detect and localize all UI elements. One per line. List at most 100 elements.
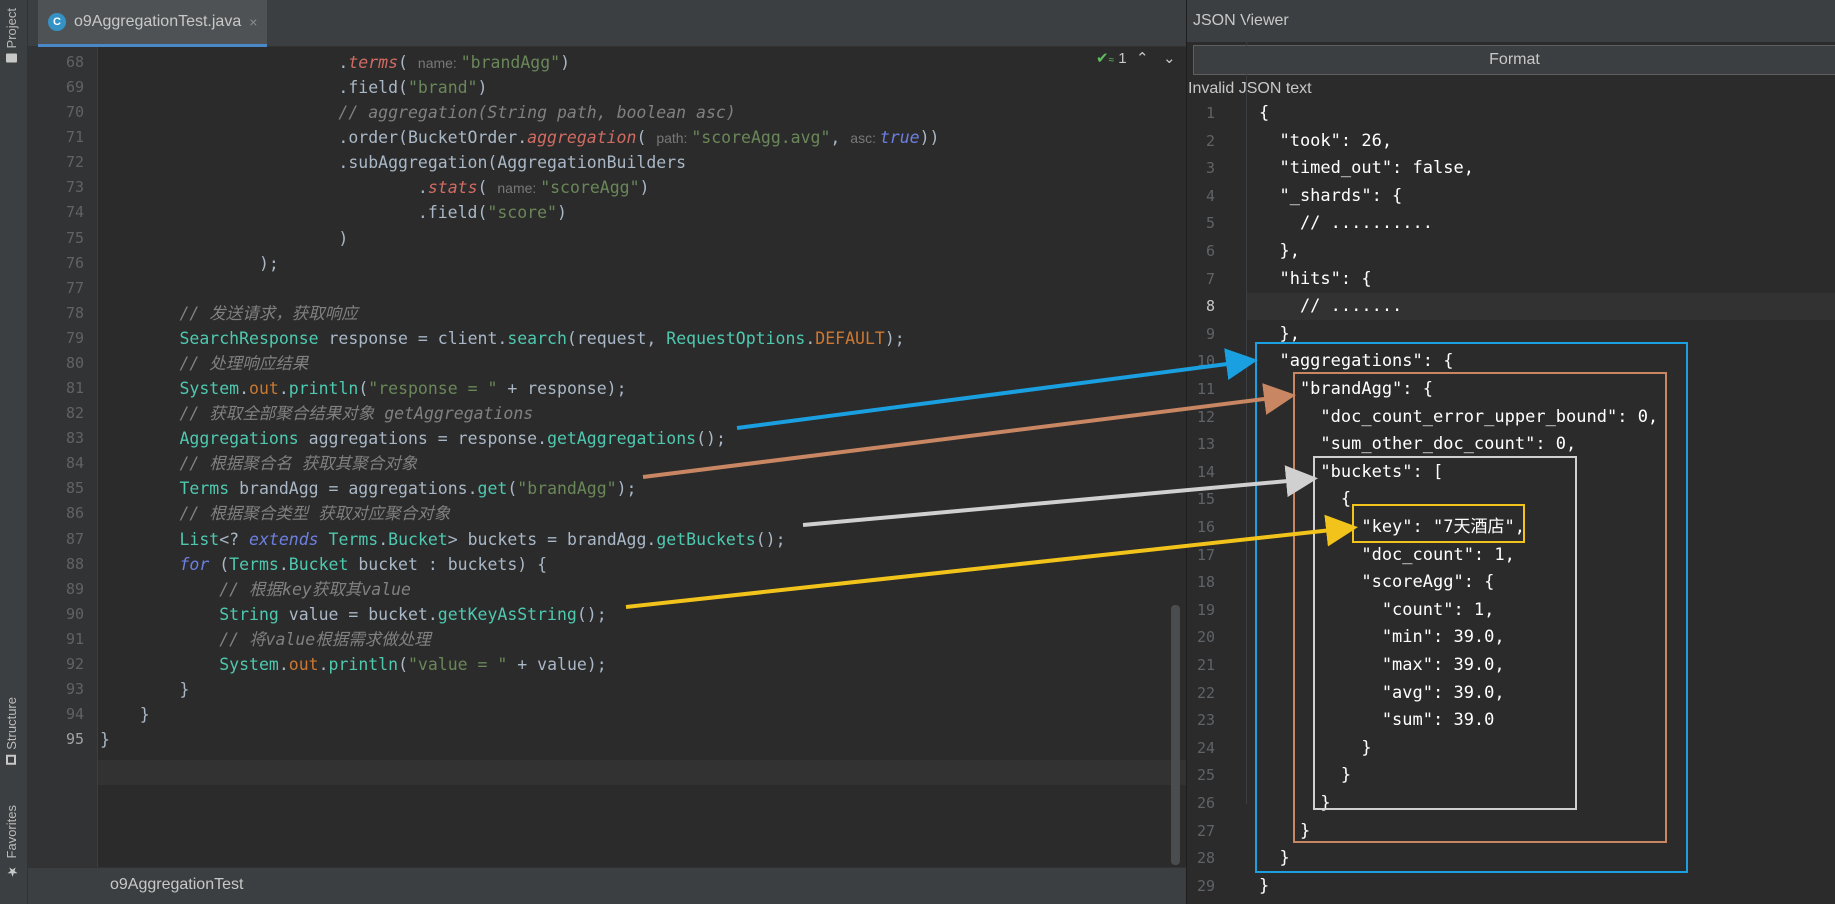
line-number: 72: [65, 153, 84, 172]
line-number: 84: [65, 454, 84, 473]
json-line-number: 22: [1196, 683, 1215, 702]
line-number: 71: [65, 128, 84, 147]
close-icon[interactable]: ×: [249, 14, 257, 30]
json-line-number: 19: [1196, 600, 1215, 619]
line-number: 78: [65, 303, 84, 322]
json-line: "hits": {: [1259, 268, 1372, 289]
code-area[interactable]: .terms( name: "brandAgg") .field("brand"…: [100, 47, 1180, 867]
line-number: 93: [65, 680, 84, 698]
code-line: }: [100, 730, 110, 750]
next-highlight-icon[interactable]: ⌄: [1163, 49, 1176, 67]
code-line: // 根据聚合名 获取其聚合对象: [179, 454, 418, 474]
code-line: System.out.println("value = " + value);: [219, 654, 607, 674]
editor-tab-bar: C o9AggregationTest.java ×: [28, 0, 1186, 47]
line-number: 73: [65, 178, 84, 197]
line-number: 77: [65, 278, 84, 297]
java-class-icon: C: [48, 13, 66, 31]
json-line-number: 12: [1196, 407, 1215, 426]
json-line-number: 16: [1196, 518, 1215, 536]
json-line-number: 18: [1196, 573, 1215, 592]
line-number: 68: [65, 53, 84, 71]
line-number: 75: [65, 228, 84, 247]
star-icon: ★: [4, 863, 19, 879]
code-line: .stats( name: "scoreAgg"): [100, 178, 650, 198]
json-line-number: 15: [1196, 490, 1215, 509]
code-line: Terms brandAgg = aggregations.get("brand…: [179, 479, 637, 499]
code-line: .terms( name: "brandAgg"): [100, 53, 570, 72]
line-number: 95: [65, 730, 84, 749]
structure-icon: [6, 754, 17, 765]
code-line: ): [100, 228, 349, 248]
code-line: List<? extends Terms.Bucket> buckets = b…: [179, 529, 786, 549]
code-line: .subAggregation(AggregationBuilders: [100, 153, 687, 173]
json-line-gutter: 1 2 3 4 5 6 7 8 9 10 11 12 13 14 15 16 17 18 19 20 21 22 23 24 2…: [1187, 0, 1247, 895]
json-line-number: 17: [1196, 545, 1215, 564]
json-line: },: [1259, 241, 1300, 261]
line-number: 88: [65, 554, 84, 573]
json-line-number: 28: [1196, 849, 1215, 868]
json-line-number: 29: [1196, 876, 1215, 895]
line-number: 70: [65, 103, 84, 122]
json-line-number: 21: [1196, 656, 1215, 674]
line-number: 79: [65, 328, 84, 347]
favorites-tool-button[interactable]: ★ Favorites: [4, 805, 19, 878]
json-line-number: 20: [1196, 628, 1215, 647]
code-line: // 获取全部聚合结果对象 getAggregations: [179, 404, 534, 424]
line-number: 92: [65, 654, 84, 673]
json-line-number: 11: [1196, 380, 1215, 398]
json-line: "took": 26,: [1259, 130, 1393, 151]
json-line-number: 27: [1196, 821, 1215, 840]
previous-highlight-icon[interactable]: ⌃: [1136, 49, 1149, 67]
json-line-number: 1: [1205, 104, 1215, 122]
structure-label: Structure: [4, 697, 19, 750]
json-line: {: [1259, 103, 1270, 123]
code-editor[interactable]: 68 69 70 71 72 73 74 75 76 77 78 79 80 81 82 83 84 85 86 87…: [28, 47, 1186, 867]
code-line: String value = bucket.getKeyAsString();: [219, 604, 607, 624]
code-line: .order(BucketOrder.aggregation( path: "s…: [100, 128, 940, 148]
code-line: Aggregations aggregations = response.get…: [179, 429, 726, 449]
line-number: 81: [65, 379, 84, 398]
breadcrumb[interactable]: o9AggregationTest: [28, 867, 1186, 904]
structure-tool-button[interactable]: Structure: [4, 697, 19, 765]
json-line-number: 23: [1196, 711, 1215, 730]
code-line: // 根据聚合类型 获取对应聚合对象: [179, 504, 451, 524]
code-line: for (Terms.Bucket bucket : buckets) {: [179, 554, 548, 574]
inspection-count: 1: [1118, 50, 1127, 67]
line-number: 69: [65, 78, 84, 97]
json-line-number: 3: [1205, 159, 1215, 178]
json-line-number: 24: [1196, 738, 1215, 757]
json-viewer-panel: JSON Viewer Format Invalid JSON text 123…: [1186, 0, 1835, 904]
code-line: }: [100, 705, 150, 725]
code-line: // 发送请求，获取响应: [179, 303, 358, 323]
json-line-number: 2: [1205, 131, 1215, 150]
project-label: Project: [4, 8, 19, 49]
line-number: 89: [65, 579, 84, 598]
code-line: }: [100, 680, 190, 699]
json-line: }: [1259, 875, 1270, 896]
editor-scrollbar[interactable]: [1171, 605, 1180, 865]
line-number: 87: [65, 529, 84, 548]
left-tool-strip: Project Structure ★ Favorites: [0, 0, 28, 904]
format-button[interactable]: Format: [1193, 45, 1835, 75]
tab-o9aggregationtest[interactable]: C o9AggregationTest.java ×: [38, 0, 268, 47]
line-number: 90: [65, 604, 84, 623]
project-tool-button[interactable]: Project: [4, 8, 19, 63]
line-number: 94: [65, 705, 84, 724]
json-line-number: 4: [1205, 186, 1215, 205]
json-line-number: 5: [1205, 214, 1215, 233]
line-number: 85: [65, 479, 84, 498]
code-line: // 将value根据需求做处理: [219, 629, 431, 649]
code-line: .field("brand"): [100, 78, 488, 98]
json-line-number: 26: [1196, 794, 1215, 812]
json-line: "_shards": {: [1259, 185, 1403, 206]
json-line-number: 10: [1196, 352, 1215, 371]
key-highlight-box: [1352, 504, 1525, 543]
code-line: SearchResponse response = client.search(…: [179, 328, 905, 348]
inspection-ok-icon[interactable]: ✔≈ 1: [1096, 49, 1127, 67]
line-number-gutter: 68 69 70 71 72 73 74 75 76 77 78 79 80 81 82 83 84 85 86 87…: [28, 47, 98, 867]
json-viewer-title: JSON Viewer: [1187, 0, 1835, 42]
breadcrumb-label: o9AggregationTest: [110, 876, 244, 893]
json-line-number: 9: [1205, 324, 1215, 343]
code-line: );: [100, 253, 279, 273]
json-line-number: 8: [1205, 297, 1215, 316]
